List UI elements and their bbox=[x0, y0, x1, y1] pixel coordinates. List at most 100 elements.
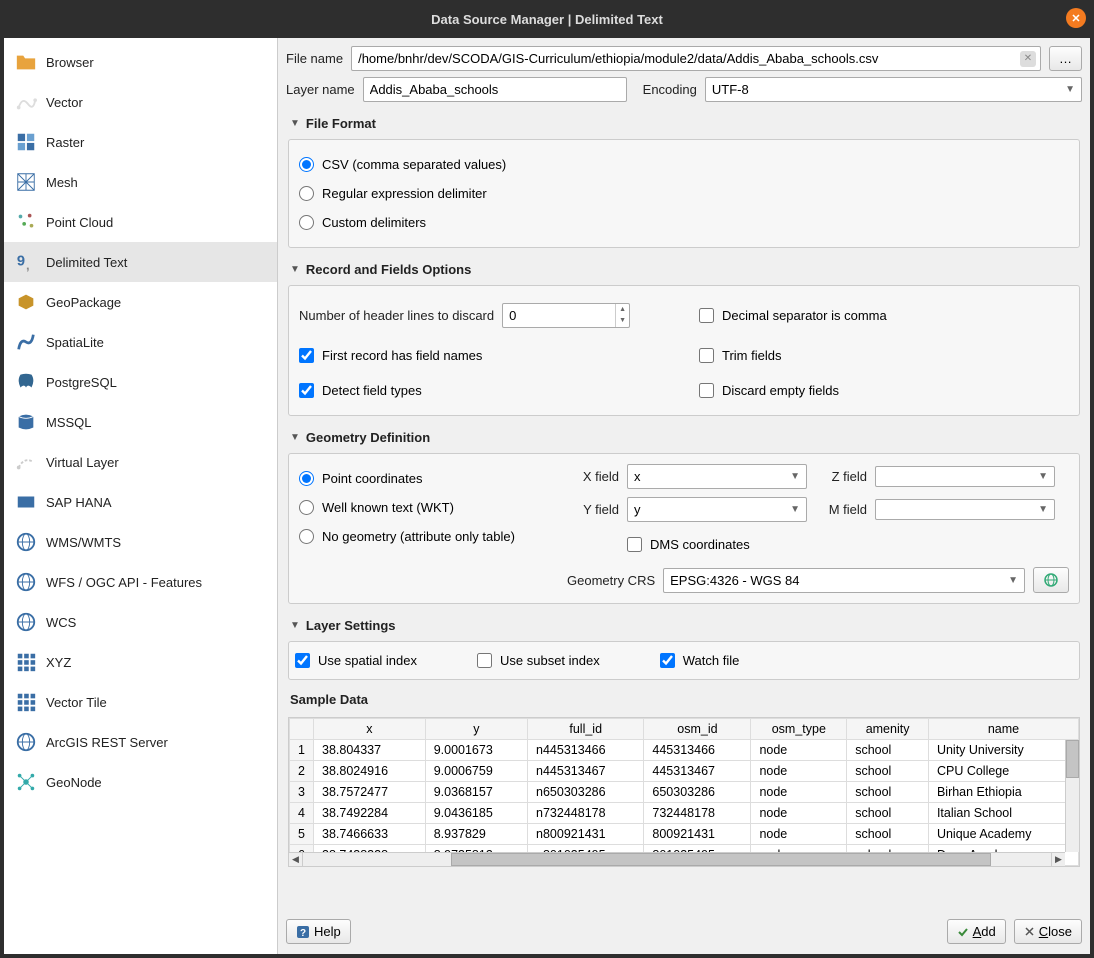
close-icon[interactable]: ✕ bbox=[1066, 8, 1086, 28]
sidebar-item-postgresql[interactable]: PostgreSQL bbox=[4, 362, 277, 402]
header-lines-spin[interactable]: ▲▼ bbox=[502, 303, 630, 328]
watch-file-check[interactable] bbox=[660, 653, 675, 668]
geonode-icon bbox=[14, 770, 38, 794]
table-cell: school bbox=[847, 782, 929, 803]
column-header[interactable]: full_id bbox=[528, 719, 644, 740]
table-cell: 445313466 bbox=[644, 740, 751, 761]
geometry-header[interactable]: ▼ Geometry Definition bbox=[286, 428, 1082, 447]
help-button[interactable]: ? Help bbox=[286, 919, 351, 944]
dms-check[interactable] bbox=[627, 537, 642, 552]
sidebar-item-delimited-text[interactable]: 9,Delimited Text bbox=[4, 242, 277, 282]
mfield-combo[interactable]: ▼ bbox=[875, 499, 1055, 520]
column-header[interactable]: osm_type bbox=[751, 719, 847, 740]
record-options-header[interactable]: ▼ Record and Fields Options bbox=[286, 260, 1082, 279]
spatial-index-check[interactable] bbox=[295, 653, 310, 668]
sidebar-item-label: WMS/WMTS bbox=[46, 535, 121, 550]
svg-text:,: , bbox=[26, 257, 30, 272]
table-row[interactable]: 338.75724779.0368157n650303286650303286n… bbox=[290, 782, 1079, 803]
encoding-label: Encoding bbox=[643, 82, 697, 97]
column-header[interactable]: osm_id bbox=[644, 719, 751, 740]
table-cell: node bbox=[751, 782, 847, 803]
clear-file-icon[interactable]: ✕ bbox=[1020, 51, 1036, 67]
sidebar-item-wcs[interactable]: WCS bbox=[4, 602, 277, 642]
sidebar-item-wms-wmts[interactable]: WMS/WMTS bbox=[4, 522, 277, 562]
sidebar-item-wfs-ogc-api-features[interactable]: WFS / OGC API - Features bbox=[4, 562, 277, 602]
sidebar-item-geopackage[interactable]: GeoPackage bbox=[4, 282, 277, 322]
table-cell: 9.0368157 bbox=[425, 782, 527, 803]
first-record-check[interactable] bbox=[299, 348, 314, 363]
raster-icon bbox=[14, 130, 38, 154]
chevron-down-icon: ▼ bbox=[1008, 575, 1018, 586]
table-row[interactable]: 438.74922849.0436185n732448178732448178n… bbox=[290, 803, 1079, 824]
scroll-left-icon[interactable]: ◀ bbox=[289, 853, 303, 866]
close-button[interactable]: Close bbox=[1014, 919, 1082, 944]
column-header[interactable]: y bbox=[425, 719, 527, 740]
table-row[interactable]: 538.74666338.937829n800921431800921431no… bbox=[290, 824, 1079, 845]
crs-combo[interactable]: EPSG:4326 - WGS 84▼ bbox=[663, 568, 1025, 593]
sidebar-item-browser[interactable]: Browser bbox=[4, 42, 277, 82]
table-row[interactable]: 138.8043379.0001673n445313466445313466no… bbox=[290, 740, 1079, 761]
sidebar-item-sap-hana[interactable]: SAP HANA bbox=[4, 482, 277, 522]
trim-fields-check[interactable] bbox=[699, 348, 714, 363]
file-format-header[interactable]: ▼ File Format bbox=[286, 114, 1082, 133]
table-cell: CPU College bbox=[928, 761, 1078, 782]
browse-button[interactable]: … bbox=[1049, 46, 1082, 71]
table-cell: 732448178 bbox=[644, 803, 751, 824]
point-coords-radio[interactable] bbox=[299, 471, 314, 486]
sidebar-item-label: Point Cloud bbox=[46, 215, 113, 230]
custom-delimiter-radio[interactable] bbox=[299, 215, 314, 230]
table-cell: n445313467 bbox=[528, 761, 644, 782]
zfield-combo[interactable]: ▼ bbox=[875, 466, 1055, 487]
scroll-right-icon[interactable]: ▶ bbox=[1051, 853, 1065, 866]
sidebar-item-mesh[interactable]: Mesh bbox=[4, 162, 277, 202]
column-header[interactable]: amenity bbox=[847, 719, 929, 740]
sidebar-item-virtual-layer[interactable]: Virtual Layer bbox=[4, 442, 277, 482]
layer-name-label: Layer name bbox=[286, 82, 355, 97]
spin-up-icon[interactable]: ▲ bbox=[616, 304, 629, 315]
chevron-down-icon: ▼ bbox=[1038, 504, 1048, 515]
sidebar-item-vector-tile[interactable]: Vector Tile bbox=[4, 682, 277, 722]
add-button[interactable]: AAdddd bbox=[947, 919, 1006, 944]
encoding-combo[interactable]: UTF-8▼ bbox=[705, 77, 1082, 102]
yfield-combo[interactable]: y▼ bbox=[627, 497, 807, 522]
sidebar-item-vector[interactable]: Vector bbox=[4, 82, 277, 122]
regex-radio[interactable] bbox=[299, 186, 314, 201]
sidebar-item-xyz[interactable]: XYZ bbox=[4, 642, 277, 682]
globe-icon bbox=[1043, 572, 1059, 588]
column-header[interactable]: name bbox=[928, 719, 1078, 740]
column-header[interactable]: x bbox=[314, 719, 426, 740]
sidebar-item-arcgis-rest-server[interactable]: ArcGIS REST Server bbox=[4, 722, 277, 762]
wkt-radio[interactable] bbox=[299, 500, 314, 515]
mssql-icon bbox=[14, 410, 38, 434]
vertical-scrollbar[interactable] bbox=[1065, 740, 1079, 852]
table-row[interactable]: 238.80249169.0006759n445313467445313467n… bbox=[290, 761, 1079, 782]
table-cell: n732448178 bbox=[528, 803, 644, 824]
subset-index-check[interactable] bbox=[477, 653, 492, 668]
table-cell: 38.8024916 bbox=[314, 761, 426, 782]
sidebar-item-point-cloud[interactable]: Point Cloud bbox=[4, 202, 277, 242]
csv-radio[interactable] bbox=[299, 157, 314, 172]
discard-empty-check[interactable] bbox=[699, 383, 714, 398]
row-number: 4 bbox=[290, 803, 314, 824]
crs-select-button[interactable] bbox=[1033, 567, 1069, 593]
table-cell: 8.937829 bbox=[425, 824, 527, 845]
horizontal-scrollbar[interactable]: ◀ ▶ bbox=[289, 852, 1065, 866]
layer-settings-header[interactable]: ▼ Layer Settings bbox=[286, 616, 1082, 635]
layer-name-input[interactable] bbox=[363, 77, 627, 102]
sidebar-item-label: PostgreSQL bbox=[46, 375, 117, 390]
no-geometry-radio[interactable] bbox=[299, 529, 314, 544]
table-cell: 9.0006759 bbox=[425, 761, 527, 782]
table-cell: 38.7572477 bbox=[314, 782, 426, 803]
xfield-combo[interactable]: x▼ bbox=[627, 464, 807, 489]
spin-down-icon[interactable]: ▼ bbox=[616, 315, 629, 326]
file-name-input[interactable] bbox=[351, 46, 1041, 71]
saphana-icon bbox=[14, 490, 38, 514]
sidebar-item-raster[interactable]: Raster bbox=[4, 122, 277, 162]
sidebar-item-mssql[interactable]: MSSQL bbox=[4, 402, 277, 442]
sidebar-item-label: WCS bbox=[46, 615, 76, 630]
decimal-comma-check[interactable] bbox=[699, 308, 714, 323]
detect-types-check[interactable] bbox=[299, 383, 314, 398]
collapse-icon: ▼ bbox=[290, 432, 300, 443]
sidebar-item-spatialite[interactable]: SpatiaLite bbox=[4, 322, 277, 362]
sidebar-item-geonode[interactable]: GeoNode bbox=[4, 762, 277, 802]
